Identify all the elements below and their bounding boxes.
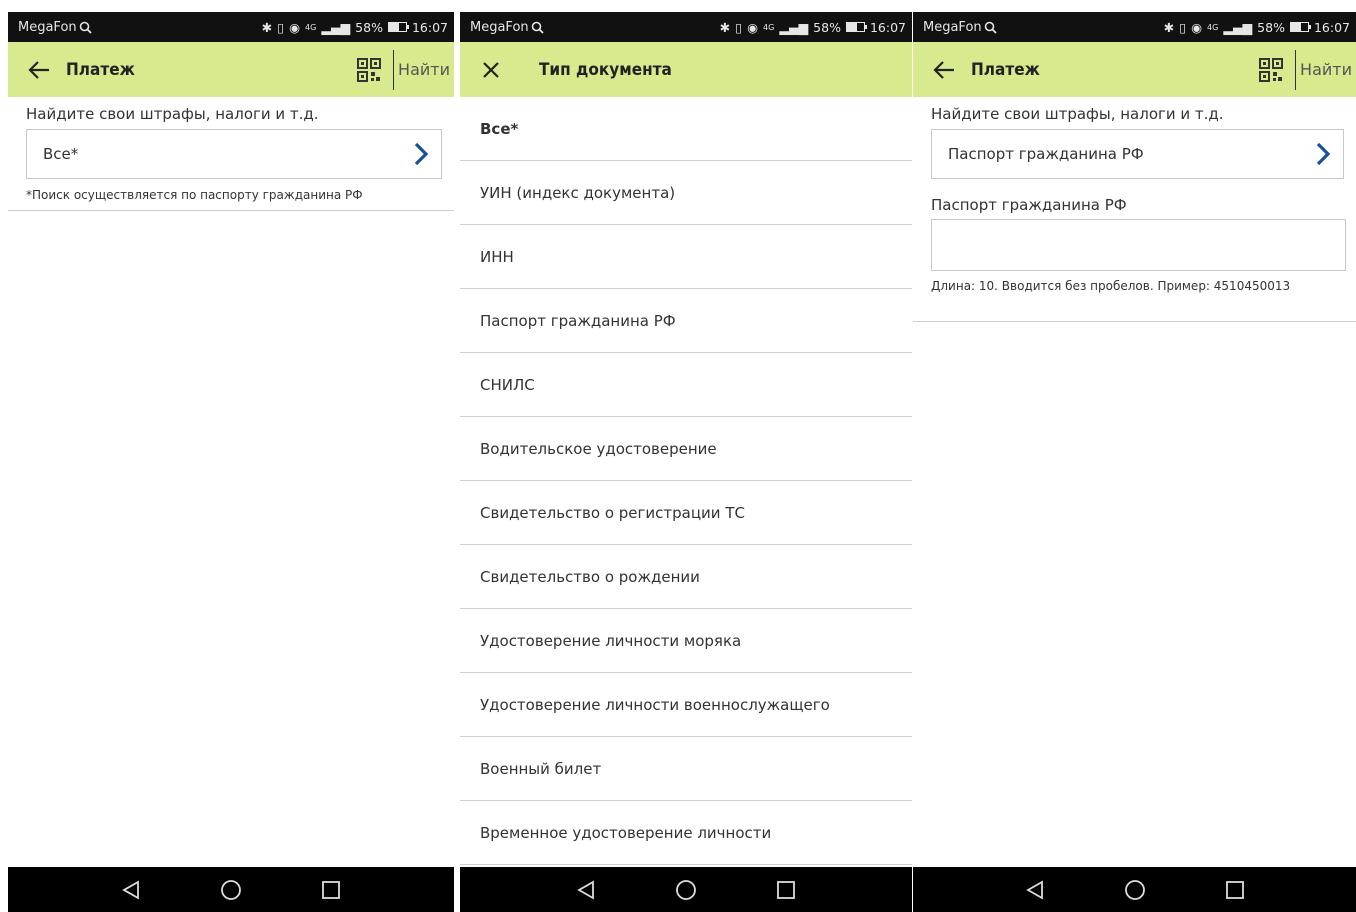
passport-field-hint: Длина: 10. Вводится без пробелов. Пример… bbox=[931, 279, 1291, 293]
list-item-label: Свидетельство о рождении bbox=[480, 567, 700, 586]
network-label: 4G bbox=[305, 22, 317, 32]
circle-home-icon[interactable] bbox=[1085, 867, 1185, 912]
document-type-selector[interactable]: Паспорт гражданина РФ bbox=[931, 129, 1344, 179]
bluetooth-icon: ✱ bbox=[261, 19, 273, 35]
list-item-all[interactable]: Все* bbox=[460, 97, 912, 161]
triangle-back-icon[interactable] bbox=[81, 867, 181, 912]
list-item-label: УИН (индекс документа) bbox=[480, 183, 676, 202]
list-item-label: Удостоверение личности моряка bbox=[480, 631, 742, 650]
network-label: 4G bbox=[1207, 22, 1219, 32]
list-item-label: Временное удостоверение личности bbox=[480, 823, 772, 842]
section-divider bbox=[8, 210, 454, 211]
list-item-label: Свидетельство о регистрации ТС bbox=[480, 503, 745, 522]
battery-icon bbox=[845, 22, 867, 32]
list-item-uin[interactable]: УИН (индекс документа) bbox=[460, 161, 912, 225]
screen-document-type-picker: MegaFon ✱ ▯ ◉ 4G ▂▄▆ 58% 16:07 Тип докум… bbox=[460, 0, 912, 912]
clock: 16:07 bbox=[869, 19, 906, 35]
arrow-left-icon[interactable] bbox=[932, 58, 956, 82]
list-item-label: Удостоверение личности военнослужащего bbox=[480, 695, 830, 714]
list-item-vehicle-registration[interactable]: Свидетельство о регистрации ТС bbox=[460, 481, 912, 545]
arrow-left-icon[interactable] bbox=[27, 58, 51, 82]
vibrate-icon: ▯ bbox=[1179, 19, 1187, 35]
list-item-label: Все* bbox=[480, 119, 519, 138]
section-divider bbox=[913, 321, 1356, 322]
clock: 16:07 bbox=[1313, 19, 1350, 35]
list-item-seaman-id[interactable]: Удостоверение личности моряка bbox=[460, 609, 912, 673]
list-item-military-id[interactable]: Удостоверение личности военнослужащего bbox=[460, 673, 912, 737]
clock: 16:07 bbox=[411, 19, 448, 35]
find-button[interactable]: Найти bbox=[394, 60, 454, 79]
battery-percent: 58% bbox=[355, 19, 383, 35]
list-item-label: Водительское удостоверение bbox=[480, 439, 717, 458]
list-item-label: Военный билет bbox=[480, 759, 602, 778]
triangle-back-icon[interactable] bbox=[985, 867, 1085, 912]
qr-code-icon[interactable] bbox=[357, 57, 382, 82]
list-item-label: СНИЛС bbox=[480, 375, 535, 394]
signal-icon: ▂▄▆ bbox=[779, 19, 809, 35]
status-bar: MegaFon ✱ ▯ ◉ 4G ▂▄▆ 58% 16:07 bbox=[8, 12, 454, 42]
list-item-driver-license[interactable]: Водительское удостоверение bbox=[460, 417, 912, 481]
list-item-passport[interactable]: Паспорт гражданина РФ bbox=[460, 289, 912, 353]
circle-home-icon[interactable] bbox=[181, 867, 281, 912]
signal-icon: ▂▄▆ bbox=[321, 19, 351, 35]
system-nav-bar bbox=[913, 867, 1356, 912]
network-label: 4G bbox=[763, 22, 775, 32]
screen-payment-passport: MegaFon ✱ ▯ ◉ 4G ▂▄▆ 58% 16:07 Платеж На… bbox=[913, 0, 1356, 912]
search-icon bbox=[984, 21, 997, 34]
vibrate-icon: ▯ bbox=[735, 19, 743, 35]
carrier-label: MegaFon bbox=[470, 19, 529, 35]
search-icon bbox=[531, 21, 544, 34]
status-bar: MegaFon ✱ ▯ ◉ 4G ▂▄▆ 58% 16:07 bbox=[913, 12, 1356, 42]
passport-field-label: Паспорт гражданина РФ bbox=[931, 196, 1127, 214]
search-section-label: Найдите свои штрафы, налоги и т.д. bbox=[26, 105, 319, 123]
search-section-label: Найдите свои штрафы, налоги и т.д. bbox=[931, 105, 1224, 123]
battery-percent: 58% bbox=[813, 19, 841, 35]
status-bar: MegaFon ✱ ▯ ◉ 4G ▂▄▆ 58% 16:07 bbox=[460, 12, 912, 42]
square-recent-icon[interactable] bbox=[281, 867, 381, 912]
screen-payment-initial: MegaFon ✱ ▯ ◉ 4G ▂▄▆ 58% 16:07 Платеж На… bbox=[8, 0, 454, 912]
list-item-snils[interactable]: СНИЛС bbox=[460, 353, 912, 417]
page-title: Платеж bbox=[66, 59, 135, 80]
battery-icon bbox=[387, 22, 409, 32]
bluetooth-icon: ✱ bbox=[1163, 19, 1175, 35]
signal-icon: ▂▄▆ bbox=[1223, 19, 1253, 35]
search-footnote: *Поиск осуществляется по паспорту гражда… bbox=[26, 188, 363, 202]
page-title: Платеж bbox=[971, 59, 1040, 80]
chevron-right-icon bbox=[414, 142, 429, 166]
circle-home-icon[interactable] bbox=[636, 867, 736, 912]
carrier-label: MegaFon bbox=[923, 19, 982, 35]
app-bar: Тип документа bbox=[460, 42, 912, 97]
square-recent-icon[interactable] bbox=[1185, 867, 1285, 912]
list-item-label: ИНН bbox=[480, 247, 514, 266]
list-item-inn[interactable]: ИНН bbox=[460, 225, 912, 289]
bluetooth-icon: ✱ bbox=[719, 19, 731, 35]
list-item-temporary-id[interactable]: Временное удостоверение личности bbox=[460, 801, 912, 865]
battery-percent: 58% bbox=[1257, 19, 1285, 35]
passport-number-input[interactable] bbox=[931, 219, 1346, 271]
find-button[interactable]: Найти bbox=[1296, 60, 1356, 79]
qr-code-icon[interactable] bbox=[1259, 57, 1284, 82]
close-icon[interactable] bbox=[479, 58, 503, 82]
eye-icon: ◉ bbox=[1191, 19, 1203, 35]
list-item-birth-certificate[interactable]: Свидетельство о рождении bbox=[460, 545, 912, 609]
document-type-selector[interactable]: Все* bbox=[26, 129, 442, 179]
chevron-right-icon bbox=[1316, 142, 1331, 166]
system-nav-bar bbox=[460, 867, 912, 912]
list-item-military-card[interactable]: Военный билет bbox=[460, 737, 912, 801]
document-type-value: Все* bbox=[43, 145, 79, 163]
app-bar: Платеж Найти bbox=[913, 42, 1356, 97]
triangle-back-icon[interactable] bbox=[536, 867, 636, 912]
battery-icon bbox=[1289, 22, 1311, 32]
list-item-label: Паспорт гражданина РФ bbox=[480, 311, 676, 330]
eye-icon: ◉ bbox=[747, 19, 759, 35]
carrier-label: MegaFon bbox=[18, 19, 77, 35]
search-icon bbox=[79, 21, 92, 34]
vibrate-icon: ▯ bbox=[277, 19, 285, 35]
eye-icon: ◉ bbox=[289, 19, 301, 35]
system-nav-bar bbox=[8, 867, 454, 912]
document-type-value: Паспорт гражданина РФ bbox=[948, 145, 1144, 163]
square-recent-icon[interactable] bbox=[736, 867, 836, 912]
app-bar: Платеж Найти bbox=[8, 42, 454, 97]
page-title: Тип документа bbox=[539, 59, 672, 80]
